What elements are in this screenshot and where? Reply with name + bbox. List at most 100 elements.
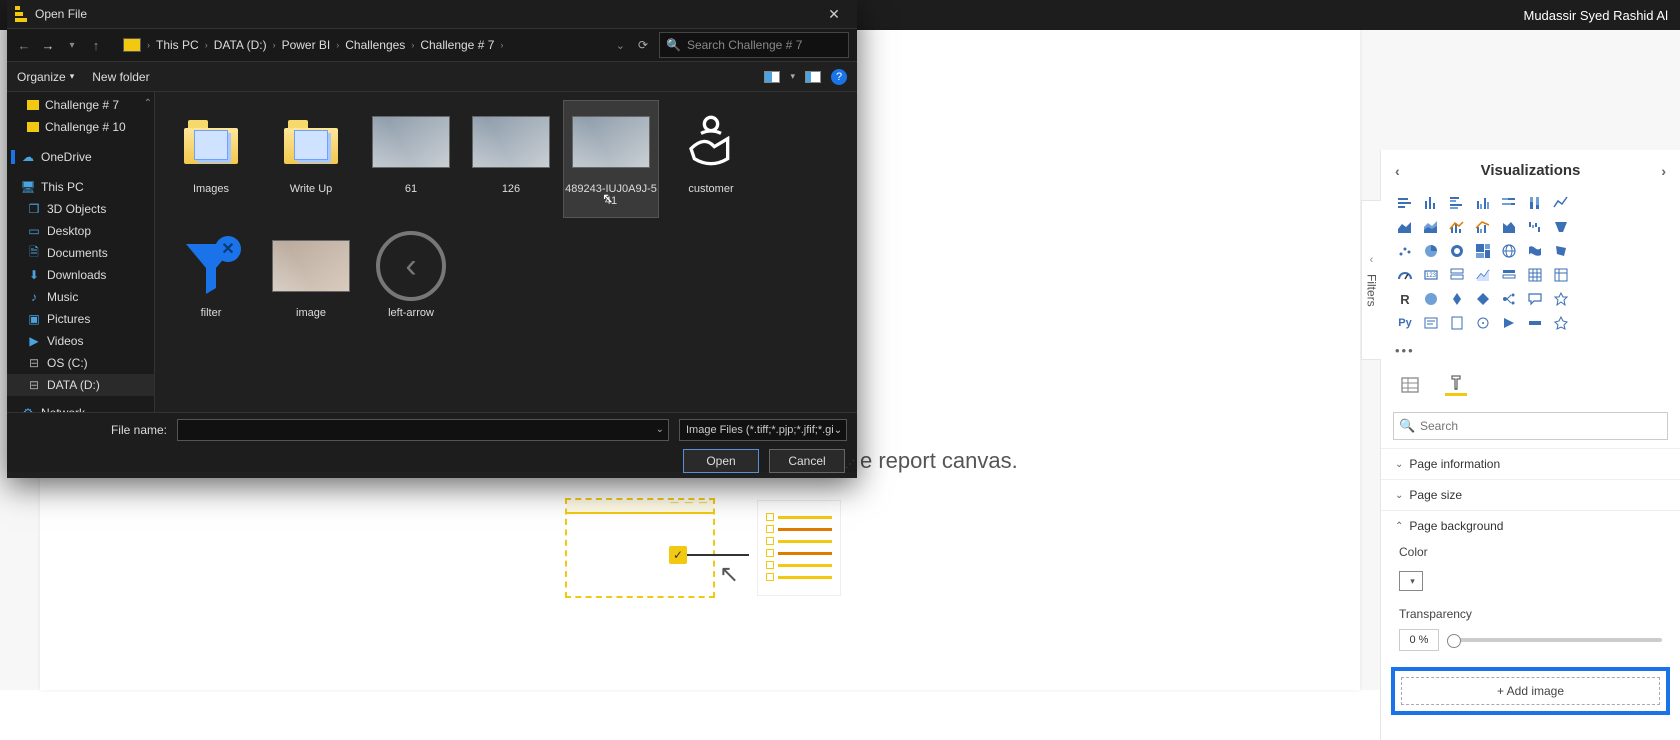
view-mode-icon[interactable] — [764, 71, 780, 83]
filters-collapsed-tab[interactable]: ‹ Filters — [1361, 200, 1381, 360]
file-name-input[interactable]: ⌄ — [177, 419, 669, 441]
viz-clustered-column-icon[interactable] — [1473, 193, 1493, 213]
file-item-image-selected[interactable]: 489243-IUJ0A9J-541 — [563, 100, 659, 218]
file-type-filter[interactable]: Image Files (*.tiff;*.pjp;*.jfif;*.gi ⌄ — [679, 419, 847, 441]
nav-item-videos[interactable]: ▶ Videos — [7, 330, 154, 352]
dropdown-caret-icon[interactable]: ⌄ — [656, 424, 664, 435]
viz-waterfall-icon[interactable] — [1525, 217, 1545, 237]
viz-clustered-bar-icon[interactable] — [1447, 193, 1467, 213]
dialog-titlebar[interactable]: Open File ✕ — [7, 0, 857, 28]
breadcrumb-item[interactable]: Challenges — [345, 38, 405, 52]
viz-multi-row-card-icon[interactable] — [1447, 265, 1467, 285]
nav-item-onedrive[interactable]: ☁ OneDrive — [7, 146, 154, 168]
viz-scatter-icon[interactable] — [1395, 241, 1415, 261]
close-button[interactable]: ✕ — [819, 0, 849, 28]
breadcrumb-item[interactable]: DATA (D:) — [214, 38, 267, 52]
nav-item-thispc[interactable]: 🖥 This PC — [7, 176, 154, 198]
section-page-size[interactable]: ⌄ Page size — [1381, 479, 1680, 510]
viz-arcgis-icon[interactable] — [1447, 289, 1467, 309]
preview-pane-icon[interactable] — [805, 71, 821, 83]
viz-gauge-icon[interactable] — [1395, 265, 1415, 285]
format-search-input[interactable] — [1393, 412, 1668, 440]
viz-treemap-icon[interactable] — [1473, 241, 1493, 261]
nav-item-challenge10[interactable]: Challenge # 10 — [7, 116, 154, 138]
breadcrumb-item[interactable]: This PC — [156, 38, 199, 52]
nav-recent-dropdown[interactable]: ▾ — [63, 36, 81, 54]
viz-line-icon[interactable] — [1551, 193, 1571, 213]
viz-pie-icon[interactable] — [1421, 241, 1441, 261]
file-item-folder[interactable]: Write Up — [263, 100, 359, 218]
search-box[interactable]: 🔍 Search Challenge # 7 — [659, 32, 849, 58]
viz-line-stacked-column-icon[interactable] — [1447, 217, 1467, 237]
breadcrumb-dropdown-icon[interactable]: ⌄ — [616, 39, 625, 52]
viz-matrix-icon[interactable] — [1551, 265, 1571, 285]
file-item-image[interactable]: 61 — [363, 100, 459, 218]
nav-forward-button[interactable]: → — [39, 36, 57, 54]
add-image-button[interactable]: + Add image — [1401, 677, 1660, 705]
viz-area-icon[interactable] — [1395, 217, 1415, 237]
file-item-image[interactable]: image — [263, 224, 359, 342]
transparency-slider[interactable] — [1447, 638, 1662, 642]
viz-r-icon[interactable]: R — [1395, 289, 1415, 309]
file-item-filter[interactable]: ✕ filter — [163, 224, 259, 342]
breadcrumb-item[interactable]: Challenge # 7 — [420, 38, 494, 52]
viz-shape-map-icon[interactable] — [1551, 241, 1571, 261]
viz-paginated-icon[interactable] — [1447, 313, 1467, 333]
viz-key-influencers-icon[interactable] — [1551, 289, 1571, 309]
transparency-value-box[interactable]: 0 % — [1399, 629, 1439, 651]
viz-table-icon[interactable] — [1525, 265, 1545, 285]
viz-card-icon[interactable]: 123 — [1421, 265, 1441, 285]
organize-menu[interactable]: Organize ▾ — [17, 70, 74, 84]
viz-funnel-icon[interactable] — [1551, 217, 1571, 237]
nav-back-button[interactable]: ← — [15, 36, 33, 54]
viz-line-clustered-column-icon[interactable] — [1473, 217, 1493, 237]
file-item-image[interactable]: 126 — [463, 100, 559, 218]
viz-100-stacked-column-icon[interactable] — [1525, 193, 1545, 213]
pane-collapse-right-icon[interactable]: › — [1661, 163, 1666, 179]
section-page-information[interactable]: ⌄ Page information — [1381, 448, 1680, 479]
file-list[interactable]: Images Write Up 61 126 489243-IUJ0A9J-54… — [155, 92, 857, 412]
open-button[interactable]: Open — [683, 449, 759, 473]
viz-narrative-icon[interactable] — [1421, 313, 1441, 333]
resize-grip-icon[interactable]: ⋰ — [845, 459, 855, 470]
nav-item-desktop[interactable]: ▭ Desktop — [7, 220, 154, 242]
refresh-button[interactable]: ⟳ — [633, 38, 653, 52]
viz-goals-icon[interactable] — [1525, 313, 1545, 333]
nav-item-pictures[interactable]: ▣ Pictures — [7, 308, 154, 330]
viz-filled-map-icon[interactable] — [1525, 241, 1545, 261]
section-page-background[interactable]: ⌃ Page background — [1381, 510, 1680, 541]
viz-qna-icon[interactable] — [1525, 289, 1545, 309]
new-folder-button[interactable]: New folder — [92, 70, 149, 84]
viz-get-more-icon[interactable] — [1551, 313, 1571, 333]
viz-100-stacked-bar-icon[interactable] — [1499, 193, 1519, 213]
format-tab-icon[interactable] — [1445, 374, 1467, 396]
nav-item-challenge7[interactable]: Challenge # 7 — [7, 94, 154, 116]
nav-item-os-c[interactable]: ⊟ OS (C:) — [7, 352, 154, 374]
nav-item-documents[interactable]: 🗎 Documents — [7, 242, 154, 264]
nav-item-downloads[interactable]: ⬇ Downloads — [7, 264, 154, 286]
color-picker[interactable] — [1399, 571, 1423, 591]
navigation-pane[interactable]: ⌃ Challenge # 7 Challenge # 10 ☁ OneDriv… — [7, 92, 155, 412]
dropdown-caret-icon[interactable]: ▾ — [790, 71, 795, 82]
viz-stacked-column-icon[interactable] — [1421, 193, 1441, 213]
viz-stacked-area-icon[interactable] — [1421, 217, 1441, 237]
viz-python-icon[interactable]: Py — [1395, 313, 1415, 333]
viz-decomposition-icon[interactable] — [1499, 289, 1519, 309]
help-icon[interactable]: ? — [831, 69, 847, 85]
viz-ribbon-icon[interactable] — [1499, 217, 1519, 237]
nav-up-button[interactable]: ↑ — [87, 36, 105, 54]
viz-stacked-bar-icon[interactable] — [1395, 193, 1415, 213]
file-item-left-arrow[interactable]: ‹ left-arrow — [363, 224, 459, 342]
cancel-button[interactable]: Cancel — [769, 449, 845, 473]
viz-power-automate-icon[interactable] — [1499, 313, 1519, 333]
viz-map-icon[interactable] — [1499, 241, 1519, 261]
file-item-customer[interactable]: customer — [663, 100, 759, 218]
viz-anomaly-icon[interactable] — [1473, 313, 1493, 333]
nav-item-3dobjects[interactable]: ❒ 3D Objects — [7, 198, 154, 220]
nav-item-network[interactable]: ⚙ Network — [7, 402, 154, 412]
viz-slicer-icon[interactable] — [1499, 265, 1519, 285]
nav-item-music[interactable]: ♪ Music — [7, 286, 154, 308]
viz-donut-icon[interactable] — [1447, 241, 1467, 261]
viz-overflow-icon[interactable]: ••• — [1381, 343, 1680, 366]
viz-azure-map-icon[interactable] — [1421, 289, 1441, 309]
